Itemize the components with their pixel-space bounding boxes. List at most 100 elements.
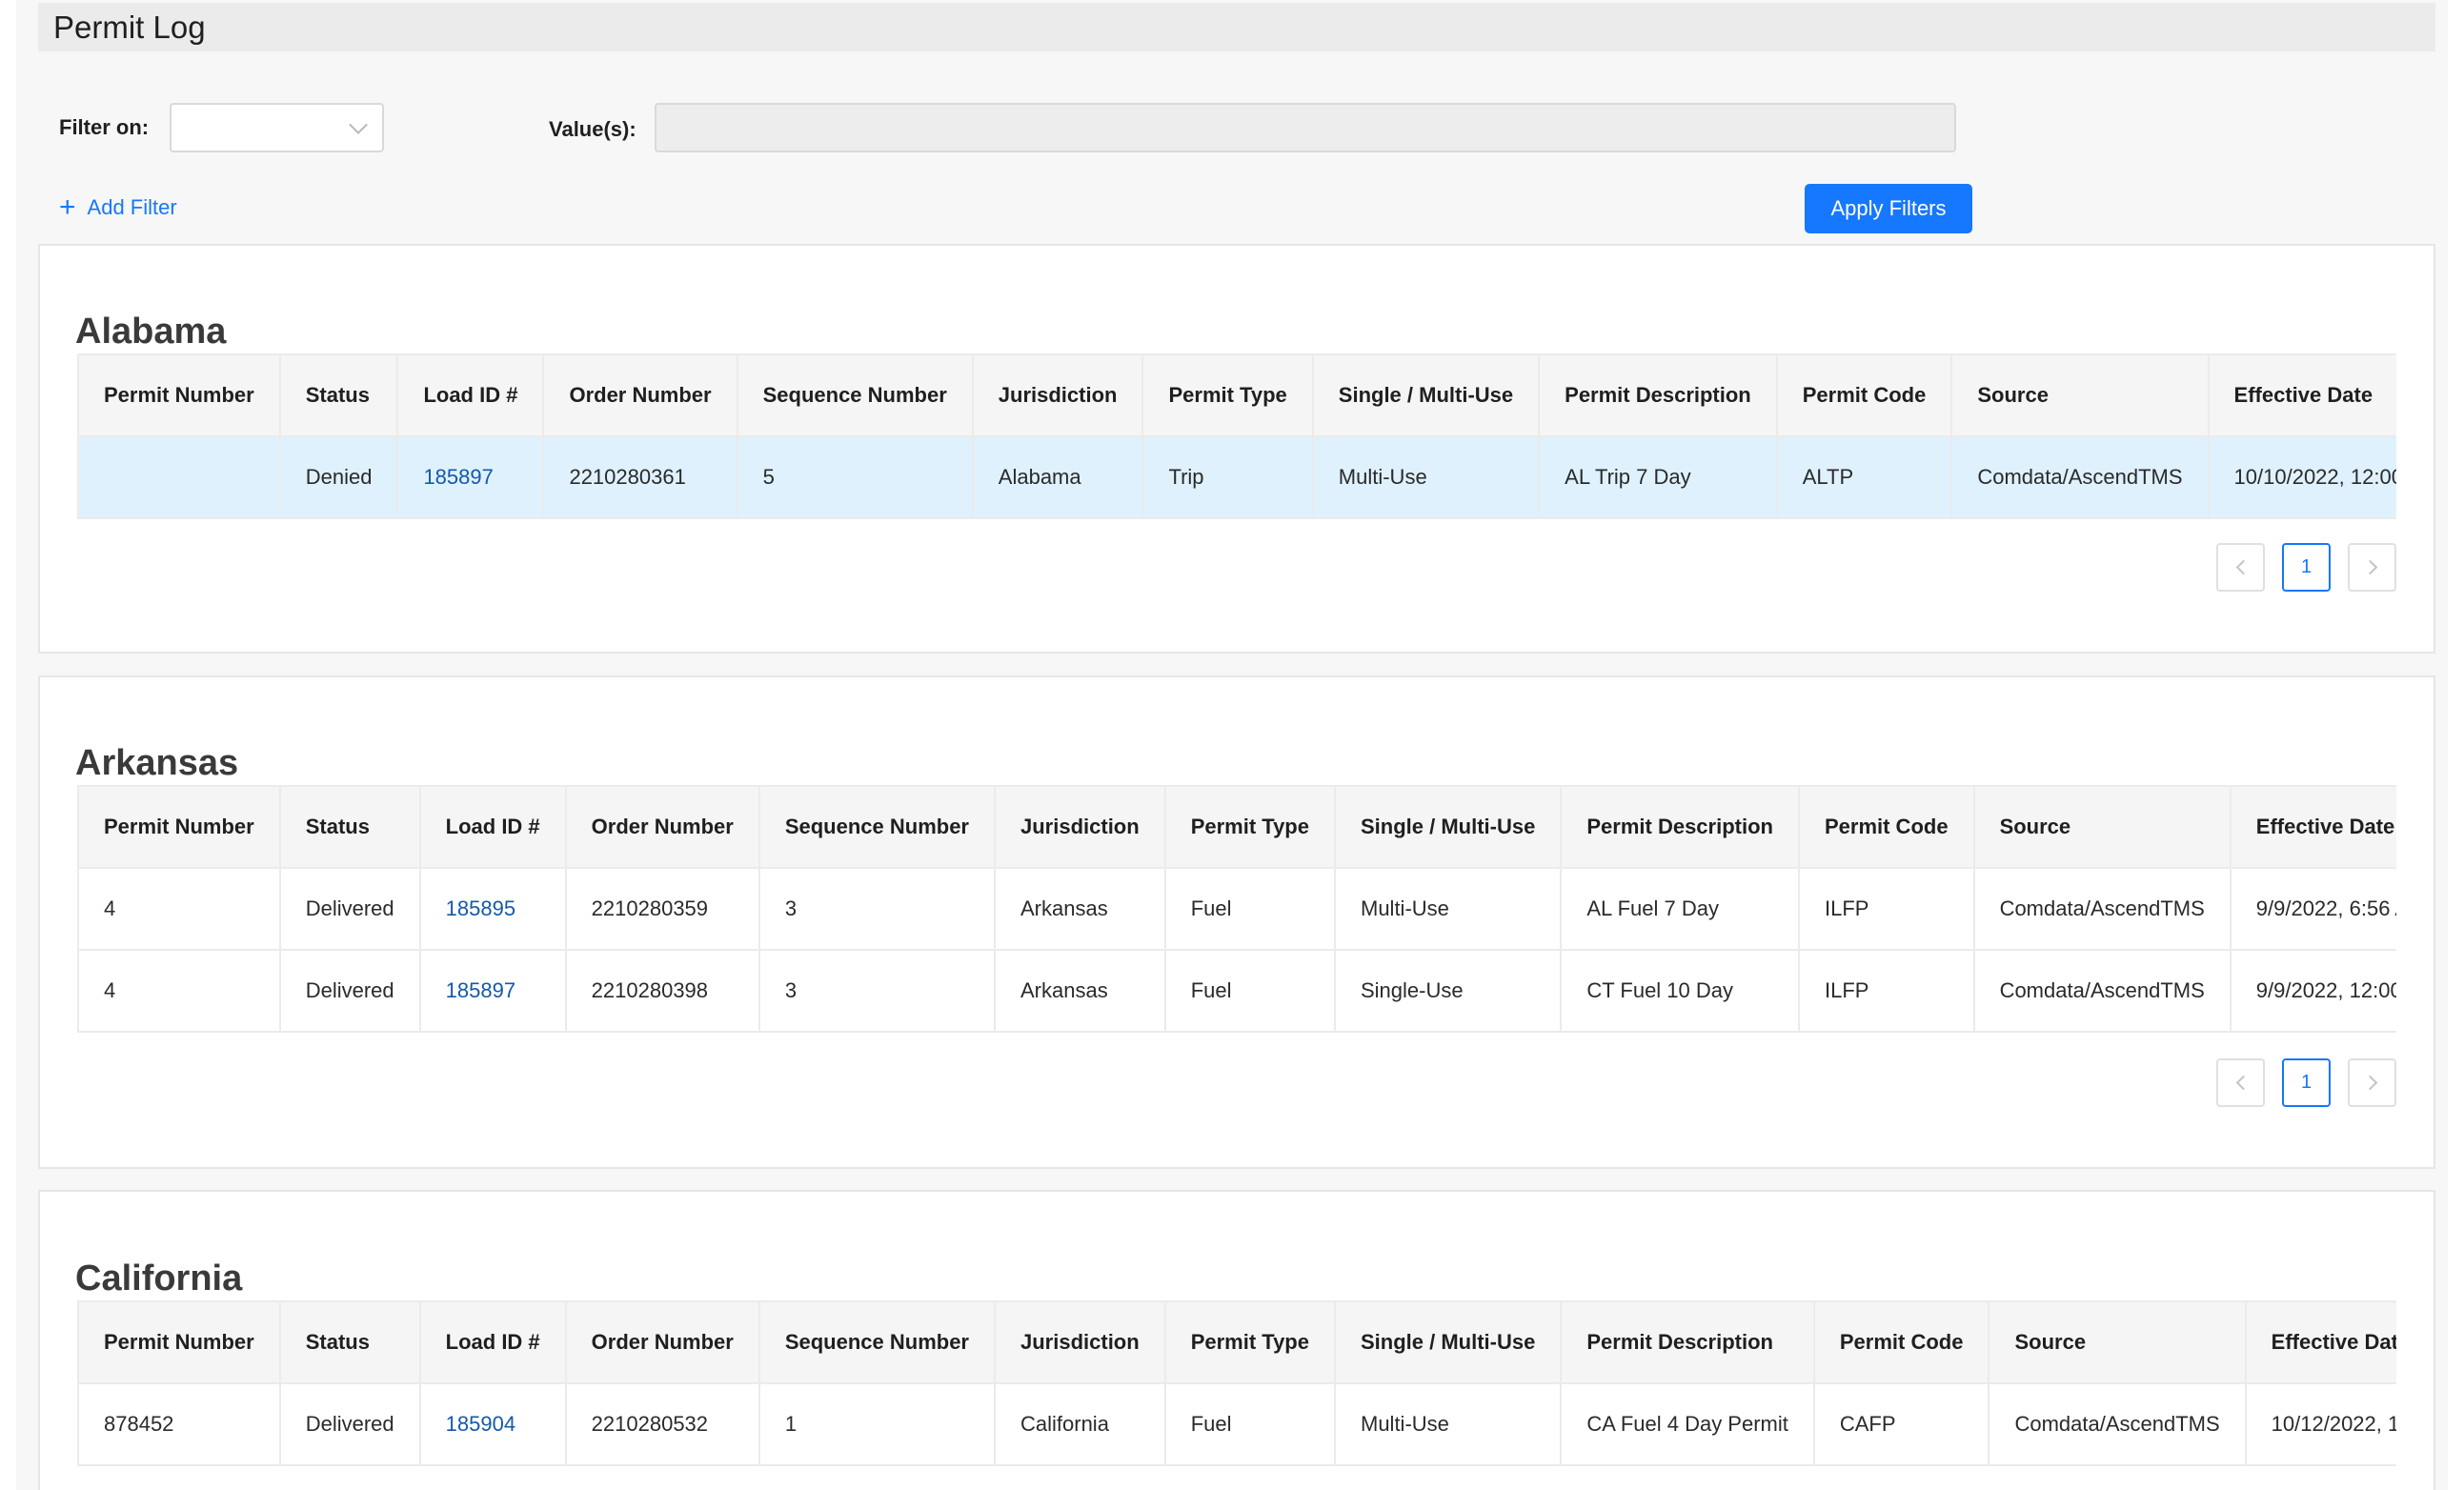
column-header[interactable]: Single / Multi-Use	[1333, 1300, 1563, 1384]
column-header[interactable]: Load ID #	[418, 1300, 567, 1384]
cell-permit-description: CA Fuel 4 Day Permit	[1560, 1382, 1815, 1466]
load-id-link[interactable]: 185897	[418, 949, 567, 1033]
column-header[interactable]: Order Number	[564, 785, 760, 869]
cell-effective-date: 10/12/2022, 12:00 AM	[2244, 1382, 2396, 1466]
cell-jurisdiction: Alabama	[971, 435, 1144, 519]
column-header[interactable]: Load ID #	[396, 353, 545, 437]
column-header[interactable]: Jurisdiction	[994, 785, 1166, 869]
cell-order-number: 2210280361	[542, 435, 738, 519]
cell-single-multi-use: Multi-Use	[1333, 1382, 1563, 1466]
table-container[interactable]: Permit Number Status Load ID # Order Num…	[77, 785, 2396, 1033]
permit-log-page: Permit Log Filter on: Value(s): + Add Fi…	[16, 0, 2448, 1490]
table-container[interactable]: Permit Number Status Load ID # Order Num…	[77, 353, 2396, 519]
cell-permit-type: Fuel	[1163, 1382, 1337, 1466]
table-row[interactable]: 878452 Delivered 185904 2210280532 1 Cal…	[77, 1382, 2396, 1466]
prev-page-button[interactable]	[2216, 543, 2265, 592]
cell-jurisdiction: Arkansas	[994, 949, 1166, 1033]
column-header[interactable]: Source	[1972, 785, 2232, 869]
column-header[interactable]: Permit Description	[1560, 1300, 1815, 1384]
section-card-arkansas: Arkansas Permit Number Status Load ID # …	[38, 675, 2435, 1169]
column-header[interactable]: Single / Multi-Use	[1333, 785, 1563, 869]
column-header[interactable]: Permit Type	[1163, 1300, 1337, 1384]
filter-on-label: Filter on:	[59, 115, 150, 139]
cell-permit-description: AL Trip 7 Day	[1538, 435, 1778, 519]
column-header[interactable]: Permit Description	[1560, 785, 1800, 869]
column-header[interactable]: Permit Code	[1812, 1300, 1990, 1384]
permit-table: Permit Number Status Load ID # Order Num…	[77, 785, 2396, 1033]
cell-status: Delivered	[278, 867, 421, 951]
column-header[interactable]: Single / Multi-Use	[1311, 353, 1541, 437]
column-header[interactable]: Permit Description	[1538, 353, 1778, 437]
cell-sequence-number: 5	[736, 435, 974, 519]
column-header[interactable]: Permit Number	[77, 1300, 281, 1384]
column-header[interactable]: Status	[278, 785, 421, 869]
cell-permit-number: 4	[77, 949, 281, 1033]
cell-permit-description: CT Fuel 10 Day	[1560, 949, 1800, 1033]
column-header[interactable]: Sequence Number	[757, 1300, 997, 1384]
column-header[interactable]: Status	[278, 353, 399, 437]
column-header[interactable]: Source	[1988, 1300, 2247, 1384]
column-header[interactable]: Permit Number	[77, 353, 281, 437]
column-header[interactable]: Permit Code	[1775, 353, 1953, 437]
column-header[interactable]: Status	[278, 1300, 421, 1384]
section-title: Alabama	[75, 312, 227, 352]
cell-order-number: 2210280398	[564, 949, 760, 1033]
cell-permit-code: CAFP	[1812, 1382, 1990, 1466]
load-id-link[interactable]: 185904	[418, 1382, 567, 1466]
cell-source: Comdata/AscendTMS	[1972, 867, 2232, 951]
page-number-button[interactable]: 1	[2282, 543, 2331, 592]
page-number-button[interactable]: 1	[2282, 1058, 2331, 1107]
column-header[interactable]: Permit Number	[77, 785, 281, 869]
cell-permit-number: 878452	[77, 1382, 281, 1466]
section-title: Arkansas	[75, 743, 239, 783]
plus-icon: +	[59, 191, 76, 223]
cell-single-multi-use: Multi-Use	[1333, 867, 1563, 951]
table-row[interactable]: 4 Delivered 185897 2210280398 3 Arkansas…	[77, 949, 2396, 1033]
column-header[interactable]: Permit Type	[1163, 785, 1337, 869]
column-header[interactable]: Order Number	[542, 353, 738, 437]
cell-status: Delivered	[278, 949, 421, 1033]
cell-jurisdiction: California	[994, 1382, 1166, 1466]
column-header[interactable]: Jurisdiction	[971, 353, 1144, 437]
section-card-california: California Permit Number Status Load ID …	[38, 1190, 2435, 1490]
add-filter-label: Add Filter	[87, 195, 177, 219]
table-header-row: Permit Number Status Load ID # Order Num…	[77, 785, 2396, 869]
cell-permit-code: ALTP	[1775, 435, 1953, 519]
cell-effective-date: 9/9/2022, 12:00 AM	[2229, 949, 2396, 1033]
add-filter-button[interactable]: + Add Filter	[59, 193, 177, 222]
table-container[interactable]: Permit Number Status Load ID # Order Num…	[77, 1300, 2396, 1466]
column-header[interactable]: Effective Date	[2229, 785, 2396, 869]
cell-single-multi-use: Single-Use	[1333, 949, 1563, 1033]
column-header[interactable]: Order Number	[564, 1300, 760, 1384]
column-header[interactable]: Permit Type	[1141, 353, 1314, 437]
cell-permit-description: AL Fuel 7 Day	[1560, 867, 1800, 951]
column-header[interactable]: Source	[1950, 353, 2210, 437]
table-header-row: Permit Number Status Load ID # Order Num…	[77, 353, 2396, 437]
prev-page-button[interactable]	[2216, 1058, 2265, 1107]
table-row[interactable]: Denied 185897 2210280361 5 Alabama Trip …	[77, 435, 2396, 519]
cell-source: Comdata/AscendTMS	[1988, 1382, 2247, 1466]
column-header[interactable]: Sequence Number	[757, 785, 997, 869]
next-page-button[interactable]	[2348, 543, 2396, 592]
values-input[interactable]	[655, 103, 1956, 152]
column-header[interactable]: Jurisdiction	[994, 1300, 1166, 1384]
column-header[interactable]: Effective Date	[2207, 353, 2396, 437]
load-id-link[interactable]: 185897	[396, 435, 545, 519]
pagination: 1	[2216, 543, 2396, 592]
column-header[interactable]: Permit Code	[1797, 785, 1975, 869]
table-row[interactable]: 4 Delivered 185895 2210280359 3 Arkansas…	[77, 867, 2396, 951]
column-header[interactable]: Load ID #	[418, 785, 567, 869]
column-header[interactable]: Effective Date	[2244, 1300, 2396, 1384]
column-header[interactable]: Sequence Number	[736, 353, 974, 437]
cell-status: Delivered	[278, 1382, 421, 1466]
chevron-right-icon	[2362, 1075, 2377, 1091]
permit-table: Permit Number Status Load ID # Order Num…	[77, 1300, 2396, 1466]
next-page-button[interactable]	[2348, 1058, 2396, 1107]
apply-filters-button[interactable]: Apply Filters	[1805, 184, 1972, 233]
section-title: California	[75, 1258, 243, 1299]
chevron-down-icon	[349, 115, 368, 134]
cell-sequence-number: 3	[757, 867, 997, 951]
load-id-link[interactable]: 185895	[418, 867, 567, 951]
filter-on-select[interactable]	[170, 103, 384, 152]
pagination: 1	[2216, 1058, 2396, 1107]
